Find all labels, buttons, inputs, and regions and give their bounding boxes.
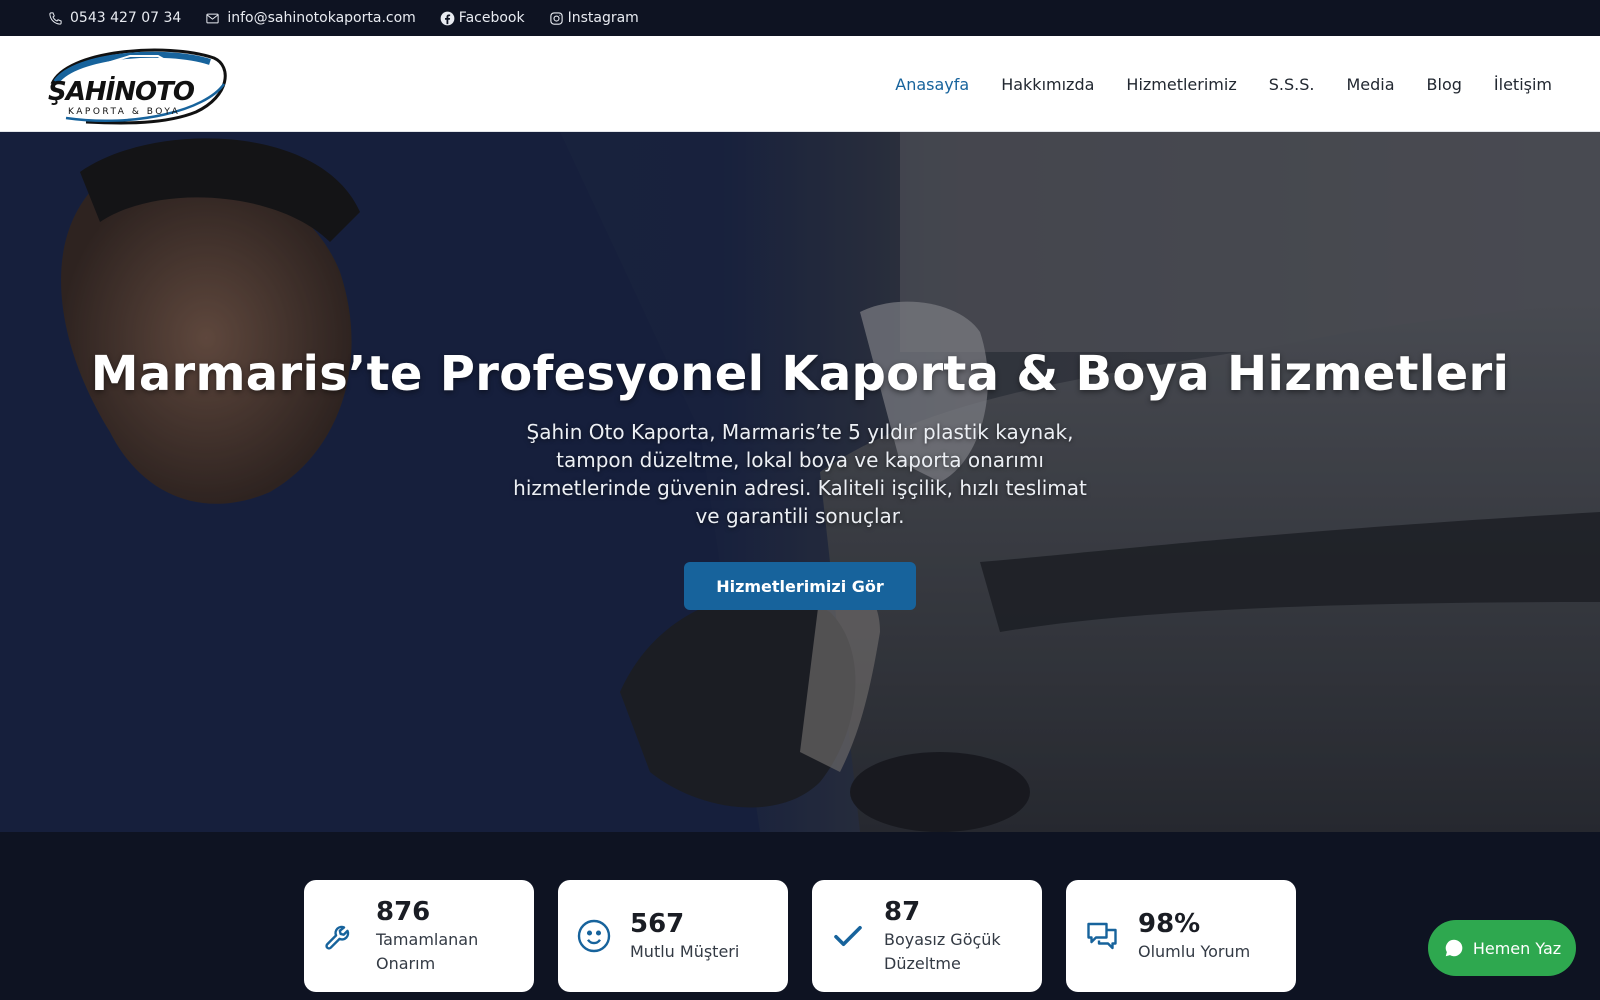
hero-content: Marmaris’te Profesyonel Kaporta & Boya H… xyxy=(0,132,1600,832)
stat-label: Boyasız Göçük Düzeltme xyxy=(884,930,1001,973)
logo-mark: ŞAHİNOTO KAPORTA & BOYA xyxy=(48,48,227,125)
facebook-icon xyxy=(440,11,455,25)
facebook-link[interactable]: Facebook xyxy=(440,10,525,26)
stat-text: 87 Boyasız Göçük Düzeltme xyxy=(884,896,1024,976)
hero-subtitle: Şahin Oto Kaporta, Marmaris’te 5 yıldır … xyxy=(513,420,1087,528)
nav-item-i-letişim[interactable]: İletişim xyxy=(1494,75,1552,94)
stat-text: 567 Mutlu Müşteri xyxy=(630,908,739,964)
nav-item-hizmetlerimiz[interactable]: Hizmetlerimiz xyxy=(1126,75,1236,94)
envelope-icon xyxy=(206,13,219,23)
nav-item-media[interactable]: Media xyxy=(1346,75,1394,94)
nav-item-blog[interactable]: Blog xyxy=(1427,75,1462,94)
stat-value: 567 xyxy=(630,909,685,939)
top-contact-bar: 0543 427 07 34 info@sahinotokaporta.com … xyxy=(0,0,1600,36)
stat-text: 98% Olumlu Yorum xyxy=(1138,908,1250,964)
nav-item-anasayfa[interactable]: Anasayfa xyxy=(895,75,969,94)
stat-value: 98% xyxy=(1138,909,1201,939)
whatsapp-icon xyxy=(1445,939,1463,957)
hero-title: Marmaris’te Profesyonel Kaporta & Boya H… xyxy=(90,346,1510,402)
logo-brand-text: ŞAHİNOTO xyxy=(48,75,195,107)
email-link[interactable]: info@sahinotokaporta.com xyxy=(205,10,416,26)
stat-label: Olumlu Yorum xyxy=(1138,942,1251,961)
stat-value: 876 xyxy=(376,897,431,927)
check-icon xyxy=(834,925,862,947)
hero-section: Marmaris’te Profesyonel Kaporta & Boya H… xyxy=(0,132,1600,832)
nav-item-s-s-s-[interactable]: S.S.S. xyxy=(1269,75,1315,94)
instagram-link[interactable]: Instagram xyxy=(549,10,639,26)
site-header: ŞAHİNOTO KAPORTA & BOYA Anasayfa Hakkımız… xyxy=(0,36,1600,132)
logo-tagline-text: KAPORTA & BOYA xyxy=(68,107,180,117)
phone-icon xyxy=(49,11,62,25)
phone-link[interactable]: 0543 427 07 34 xyxy=(48,10,181,26)
stat-label: Mutlu Müşteri xyxy=(630,942,740,961)
facebook-text: Facebook xyxy=(458,10,525,26)
wrench-icon xyxy=(325,925,350,950)
whatsapp-label: Hemen Yaz xyxy=(1472,938,1562,958)
phone-text: 0543 427 07 34 xyxy=(70,10,182,26)
view-services-button[interactable]: Hizmetlerimizi Gör xyxy=(684,562,916,610)
instagram-icon xyxy=(549,11,563,25)
stat-label: Tamamlanan Onarım xyxy=(376,930,479,973)
email-text: info@sahinotokaporta.com xyxy=(227,10,416,26)
stat-card-customers: 567 Mutlu Müşteri xyxy=(558,880,788,992)
stat-card-reviews: 98% Olumlu Yorum xyxy=(1066,880,1296,992)
chat-bubbles-icon xyxy=(1087,922,1117,950)
stat-text: 876 Tamamlanan Onarım xyxy=(376,896,496,976)
whatsapp-button[interactable]: Hemen Yaz xyxy=(1428,920,1576,976)
stat-card-paintless-dent: 87 Boyasız Göçük Düzeltme xyxy=(812,880,1042,992)
nav-item-hakkımızda[interactable]: Hakkımızda xyxy=(1001,75,1094,94)
stat-value: 87 xyxy=(884,897,921,927)
instagram-text: Instagram xyxy=(567,10,639,26)
stats-section: 876 Tamamlanan Onarım 567 Mutlu Müşteri … xyxy=(0,832,1600,1000)
smiley-icon xyxy=(577,919,611,953)
stat-card-repairs: 876 Tamamlanan Onarım xyxy=(304,880,534,992)
site-logo[interactable]: ŞAHİNOTO KAPORTA & BOYA xyxy=(46,44,228,126)
main-nav: Anasayfa Hakkımızda Hizmetlerimiz S.S.S. Med… xyxy=(895,36,1552,132)
